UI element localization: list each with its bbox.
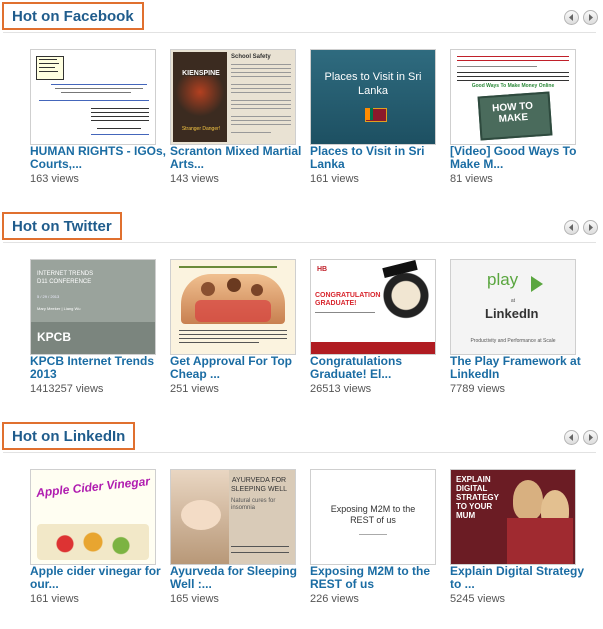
thumb-subtitle: Natural cures for insomnia — [231, 498, 276, 511]
chevron-left-icon — [569, 434, 573, 441]
next-button[interactable] — [583, 220, 598, 235]
slideshow-title[interactable]: Places to Visit in Sri Lanka — [310, 145, 446, 171]
chevron-right-icon — [589, 14, 593, 21]
thumb-text: play — [487, 270, 519, 289]
thumb-at: at — [510, 298, 516, 304]
view-count: 161 views — [30, 593, 79, 605]
view-count: 7789 views — [450, 383, 506, 395]
thumb-text: Places to Visit in Sri Lanka — [324, 71, 422, 97]
thumb-text: HOW TO MAKE — [491, 100, 534, 126]
slide-thumbnail[interactable]: EXPLAIN DIGITAL STRATEGY TO YOUR MUM — [450, 469, 576, 565]
chevron-left-icon — [569, 14, 573, 21]
view-count: 81 views — [450, 173, 493, 185]
view-count: 26513 views — [310, 383, 372, 395]
thumb-brand: KPCB — [37, 330, 72, 344]
slideshow-title[interactable]: The Play Framework at LinkedIn — [450, 355, 586, 381]
play-triangle-icon — [531, 276, 543, 292]
thumb-heading: School Safety — [231, 54, 271, 60]
section-header: Hot on LinkedIn — [0, 422, 603, 452]
slide-thumbnail[interactable]: KIENSPINE Stranger Danger! School Safety — [170, 49, 296, 145]
view-count: 163 views — [30, 173, 79, 185]
view-count: 5245 views — [450, 593, 506, 605]
slide-thumbnail[interactable]: play at LinkedIn Productivity and Perfor… — [450, 259, 576, 355]
chevron-right-icon — [589, 224, 593, 231]
thumb-text: EXPLAIN DIGITAL STRATEGY TO YOUR MUM — [456, 475, 499, 520]
slideshow-title[interactable]: Explain Digital Strategy to ... — [450, 565, 586, 591]
thumb-caption: Productivity and Performance at Scale — [470, 338, 556, 344]
thumb-subtitle: Good Ways To Make Money Online — [471, 83, 555, 89]
slideshow-title[interactable]: Scranton Mixed Martial Arts... — [170, 145, 306, 171]
section-hot-on-facebook: Hot on Facebook HUMAN RIGHTS - IGOs, Cou… — [0, 2, 603, 207]
slideshow-title[interactable]: Exposing M2M to the REST of us — [310, 565, 446, 591]
slideshow-row: Apple Cider Vinegar Apple cider vinegar … — [3, 452, 596, 627]
slide-thumbnail[interactable]: INTERNET TRENDS D11 CONFERENCE 5 / 29 / … — [30, 259, 156, 355]
slideshow-title[interactable]: [Video] Good Ways To Make M... — [450, 145, 586, 171]
view-count: 251 views — [170, 383, 219, 395]
prev-button[interactable] — [564, 220, 579, 235]
thumb-text: AYURVEDA FOR SLEEPING WELL — [230, 477, 288, 493]
section-title[interactable]: Hot on LinkedIn — [2, 422, 136, 450]
slide-thumbnail[interactable]: AYURVEDA FOR SLEEPING WELL Natural cures… — [170, 469, 296, 565]
prev-button[interactable] — [564, 430, 579, 445]
slideshow-title[interactable]: Apple cider vinegar for our... — [30, 565, 166, 591]
thumb-text: Apple Cider Vinegar — [35, 474, 151, 500]
view-count: 1413257 views — [30, 383, 104, 395]
thumb-brand: LinkedIn — [485, 306, 539, 321]
slideshow-title[interactable]: Get Approval For Top Cheap ... — [170, 355, 306, 381]
view-count: 143 views — [170, 173, 219, 185]
chevron-left-icon — [569, 224, 573, 231]
thumb-text: Exposing M2M to the REST of us — [330, 504, 416, 525]
slide-thumbnail[interactable]: Places to Visit in Sri Lanka — [310, 49, 436, 145]
slide-thumbnail[interactable]: Good Ways To Make Money Online HOW TO MA… — [450, 49, 576, 145]
slide-thumbnail[interactable] — [30, 49, 156, 145]
prev-button[interactable] — [564, 10, 579, 25]
slide-thumbnail[interactable]: HB CONGRATULATIONS GRADUATE! — [310, 259, 436, 355]
next-button[interactable] — [583, 10, 598, 25]
thumb-subtitle: Stranger Danger! — [181, 126, 221, 132]
thumb-logo: HB — [317, 266, 328, 273]
section-header: Hot on Twitter — [0, 212, 603, 242]
thumb-text: INTERNET TRENDS D11 CONFERENCE — [37, 271, 94, 285]
chevron-right-icon — [589, 434, 593, 441]
slide-thumbnail[interactable]: Apple Cider Vinegar — [30, 469, 156, 565]
view-count: 226 views — [310, 593, 359, 605]
thumb-text: CONGRATULATIONS GRADUATE! — [315, 292, 386, 307]
section-hot-on-twitter: Hot on Twitter INTERNET TRENDS D11 CONFE… — [0, 212, 603, 417]
slideshow-title[interactable]: Congratulations Graduate! El... — [310, 355, 446, 381]
section-header: Hot on Facebook — [0, 2, 603, 32]
section-title[interactable]: Hot on Facebook — [2, 2, 144, 30]
slideshow-row: INTERNET TRENDS D11 CONFERENCE 5 / 29 / … — [3, 242, 596, 417]
thumb-brand: KIENSPINE — [182, 70, 220, 77]
section-title[interactable]: Hot on Twitter — [2, 212, 122, 240]
slide-thumbnail[interactable] — [170, 259, 296, 355]
view-count: 161 views — [310, 173, 359, 185]
slideshow-row: HUMAN RIGHTS - IGOs, Courts,... 163 view… — [3, 32, 596, 207]
thumb-author: Mary Meeker | Liang Wu — [37, 306, 81, 311]
slideshow-title[interactable]: HUMAN RIGHTS - IGOs, Courts,... — [30, 145, 166, 171]
view-count: 165 views — [170, 593, 219, 605]
slide-thumbnail[interactable]: Exposing M2M to the REST of us — [310, 469, 436, 565]
slideshow-title[interactable]: KPCB Internet Trends 2013 — [30, 355, 166, 381]
next-button[interactable] — [583, 430, 598, 445]
thumb-date: 5 / 29 / 2013 — [37, 294, 60, 299]
section-hot-on-linkedin: Hot on LinkedIn Apple Cider Vinegar Appl… — [0, 422, 603, 627]
slideshow-title[interactable]: Ayurveda for Sleeping Well :... — [170, 565, 306, 591]
